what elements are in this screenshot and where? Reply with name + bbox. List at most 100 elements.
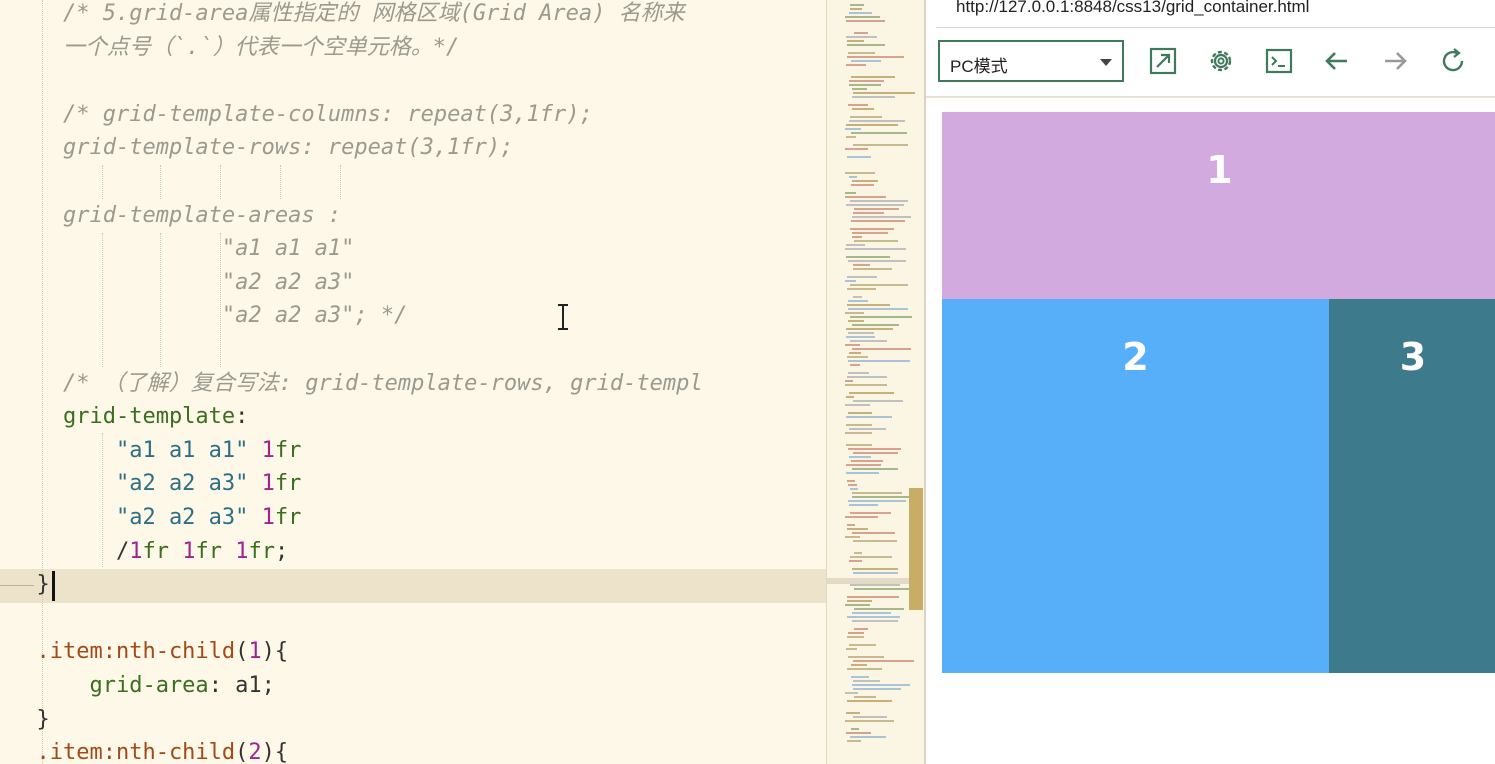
terminal-icon[interactable]	[1264, 46, 1294, 76]
minimap-line	[846, 244, 865, 246]
minimap-line	[847, 600, 872, 602]
minimap-line	[845, 128, 861, 130]
minimap-line	[853, 268, 892, 270]
scrollbar-thumb[interactable]	[909, 488, 923, 610]
grid-item-3: 3	[1329, 299, 1495, 673]
code-line[interactable]: grid-template-areas :	[10, 199, 341, 233]
minimap-line	[852, 96, 895, 98]
minimap-line	[850, 200, 908, 202]
code-token: 1	[261, 437, 275, 463]
code-token: 1	[182, 538, 196, 564]
url-text[interactable]: http://127.0.0.1:8848/css13/grid_contain…	[956, 0, 1309, 17]
code-line[interactable]: .item:nth-child(2){	[10, 736, 288, 764]
chevron-down-icon[interactable]	[1100, 59, 1112, 66]
code-line[interactable]: grid-template:	[10, 400, 248, 434]
code-line[interactable]: }	[10, 568, 49, 602]
minimap-line	[850, 116, 882, 118]
code-line[interactable]: /* grid-template-columns: repeat(3,1fr);	[10, 98, 593, 132]
code-token: "a2 a2 a3"	[10, 505, 249, 530]
code-line[interactable]: grid-area: a1;	[10, 669, 274, 703]
minimap-line	[854, 240, 898, 242]
code-token: /* （了解）复合写法: grid-template-rows, grid-te…	[10, 370, 703, 396]
minimap-line	[852, 496, 912, 498]
code-token: .item:nth-child	[10, 639, 236, 665]
code-token: ;	[274, 538, 289, 564]
minimap[interactable]	[826, 0, 924, 764]
minimap-line	[852, 612, 891, 614]
minimap-line	[850, 364, 860, 366]
minimap-line	[847, 276, 877, 278]
minimap-line	[852, 568, 898, 570]
settings-gear-icon[interactable]	[1206, 46, 1236, 76]
minimap-line	[848, 656, 884, 658]
minimap-line	[850, 556, 892, 558]
minimap-line	[847, 528, 868, 530]
indent-guide	[160, 165, 161, 199]
code-line[interactable]: "a1 a1 a1"	[10, 232, 354, 266]
code-token: /	[10, 538, 130, 564]
code-line[interactable]: 一个点号（`.`）代表一个空单元格。*/	[10, 31, 459, 65]
code-token: 1	[235, 538, 249, 564]
minimap-line	[846, 64, 866, 66]
minimap-line	[851, 184, 874, 186]
resize-icon[interactable]	[1148, 46, 1178, 76]
minimap-line	[845, 604, 870, 606]
code-token: "a2 a2 a3"; */	[10, 303, 408, 329]
minimap-line	[854, 208, 899, 210]
code-token: "a2 a2 a3"	[10, 269, 355, 295]
minimap-line	[847, 304, 890, 306]
refresh-icon[interactable]	[1438, 46, 1468, 76]
code-token: grid-template-rows: repeat(3,1fr);	[10, 135, 514, 161]
minimap-line	[849, 352, 861, 354]
minimap-line	[847, 376, 887, 378]
minimap-line	[852, 108, 874, 110]
code-line[interactable]: "a2 a2 a3"; */	[10, 299, 407, 333]
minimap-line	[846, 732, 871, 734]
minimap-line	[847, 356, 868, 358]
minimap-line	[853, 400, 903, 402]
code-line[interactable]: "a2 a2 a3" 1fr	[10, 467, 301, 501]
code-line[interactable]: "a2 a2 a3"	[10, 266, 354, 300]
url-bar[interactable]: http://127.0.0.1:8848/css13/grid_contain…	[936, 0, 1495, 28]
minimap-line	[849, 456, 871, 458]
code-line[interactable]: /1fr 1fr 1fr;	[10, 535, 288, 569]
minimap-line	[850, 228, 894, 230]
minimap-line	[853, 660, 914, 662]
code-editor[interactable]: /* 5.grid-area属性指定的 网格区域(Grid Area) 名称来 …	[0, 0, 826, 764]
minimap-line	[847, 740, 861, 742]
minimap-line	[849, 504, 878, 506]
code-line[interactable]: .item:nth-child(1){	[10, 635, 288, 669]
minimap-line	[852, 236, 862, 238]
code-line[interactable]: "a2 a2 a3" 1fr	[10, 501, 301, 535]
minimap-line	[847, 524, 855, 526]
minimap-line	[848, 448, 901, 450]
back-arrow-icon[interactable]	[1322, 46, 1352, 76]
minimap-line	[847, 40, 864, 42]
code-line[interactable]: /* 5.grid-area属性指定的 网格区域(Grid Area) 名称来	[10, 0, 685, 31]
minimap-line	[852, 348, 911, 350]
indent-guide	[102, 165, 103, 199]
device-mode-select[interactable]: PC模式	[938, 40, 1124, 82]
code-line[interactable]: grid-template-rows: repeat(3,1fr);	[10, 131, 513, 165]
forward-arrow-icon[interactable]	[1380, 46, 1410, 76]
minimap-line	[846, 396, 854, 398]
minimap-line	[848, 372, 869, 374]
code-line[interactable]: /* （了解）复合写法: grid-template-rows, grid-te…	[10, 367, 703, 401]
minimap-line	[853, 572, 898, 574]
minimap-line	[845, 720, 894, 722]
minimap-line	[852, 180, 878, 182]
browser-preview: http://127.0.0.1:8848/css13/grid_contain…	[924, 0, 1495, 764]
minimap-line	[846, 328, 893, 330]
code-line[interactable]: "a1 a1 a1" 1fr	[10, 434, 301, 468]
minimap-line	[847, 44, 885, 46]
code-line[interactable]: }	[10, 703, 49, 737]
minimap-line	[845, 172, 875, 174]
minimap-line	[848, 308, 908, 310]
minimap-line	[851, 76, 895, 78]
minimap-line	[851, 60, 881, 62]
minimap-line	[853, 716, 887, 718]
grid-item-label: 3	[1399, 335, 1427, 379]
minimap-viewport[interactable]	[827, 578, 909, 584]
minimap-line	[845, 196, 886, 198]
